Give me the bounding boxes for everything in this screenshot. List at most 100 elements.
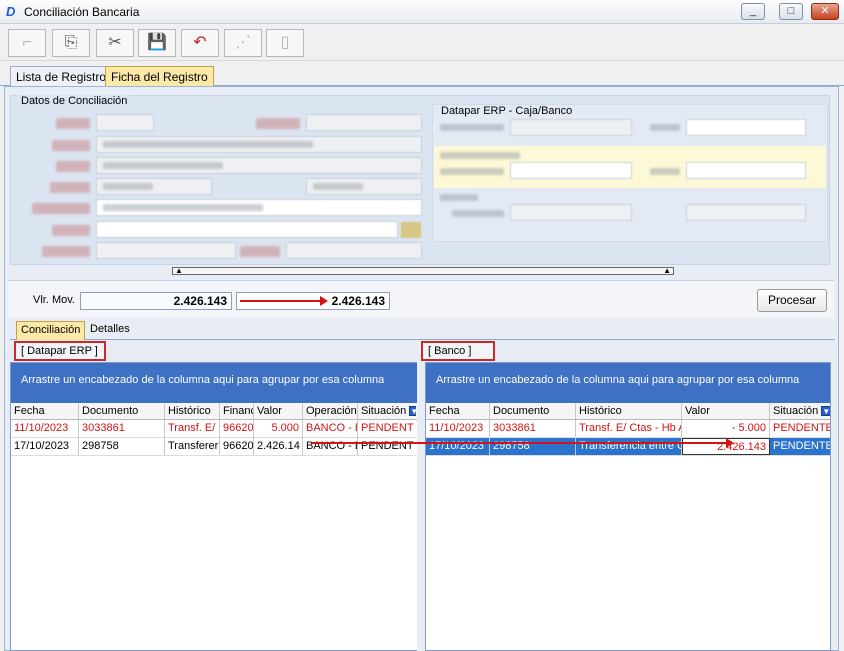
col-situacion[interactable]: Situación ▼ [358,403,416,419]
blurred-field[interactable] [510,119,632,136]
blurred-label [52,225,90,236]
cell-fecha: 11/10/2023 [426,420,490,437]
save-button[interactable]: 💾 [138,29,176,57]
banco-grid[interactable]: Arrastre un encabezado de la columna aqu… [425,362,831,651]
cell-valor: - 5.000 [682,420,770,437]
blurred-field[interactable] [96,136,422,153]
minimize-button[interactable]: _ [741,3,765,20]
group-by-area[interactable]: Arrastre un encabezado de la columna aqu… [426,363,830,403]
tab-detalles[interactable]: Detalles [86,321,134,340]
blurred-label [32,203,90,214]
cell-financ: 96620: [220,438,254,455]
col-valor[interactable]: Valor [682,403,770,419]
cell-operacion: BANCO - E [303,438,358,455]
col-operacion[interactable]: Operación [303,403,358,419]
datapar-erp-label: [ Datapar ERP ] [14,341,106,361]
save-icon: 💾 [147,34,167,51]
blurred-field[interactable] [686,204,806,221]
annotation-arrow [240,296,328,306]
blurred-select[interactable] [96,178,212,195]
wand-button[interactable]: ⋰ [224,29,262,57]
grid-header: Fecha Documento Histórico FinancValor Operac… [11,403,418,420]
group-by-area[interactable]: Arrastre un encabezado de la columna aqu… [11,363,418,403]
new-record-button[interactable]: ⌐ [8,29,46,57]
col-situacion[interactable]: Situación ▼ [770,403,830,419]
blurred-select[interactable] [96,242,236,259]
cell-fecha: 17/10/2023 [11,438,79,455]
grid-divider[interactable] [417,362,425,651]
vlr-mov-input[interactable]: 2.426.143 [80,292,232,310]
table-row[interactable]: 11/10/2023 3033861 Transf. E/96620 5.000 BAN… [11,420,418,438]
blurred-select[interactable] [286,242,422,259]
copy-button[interactable]: ⎘ [52,29,90,57]
blurred-field[interactable] [510,162,632,179]
cell-situacion: PENDENT [361,422,414,434]
datos-legend: Datos de Conciliación [18,95,131,107]
table-row[interactable]: 17/10/2023 298758 Transferer 96620:2.426.14… [11,438,418,456]
tab-ficha-registro[interactable]: Ficha del Registro [105,66,214,86]
grid-header: Fecha Documento Histórico Valor Situación ▼ [426,403,830,420]
panel-splitter[interactable]: ▲ ▲ [172,267,674,275]
col-documento[interactable]: Documento [490,403,576,419]
table-row-selected[interactable]: 17/10/2023 298758 Transferencia entre C 2.4… [426,438,830,456]
copy-icon: ⎘ [64,34,78,51]
blurred-text [440,152,520,159]
cell-historico: Transferencia entre C [576,438,682,455]
blurred-text [313,183,363,190]
delete-button[interactable]: ✂ [96,29,134,57]
cell-fecha: 11/10/2023 [11,420,79,437]
cell-operacion: BANCO - E [303,420,358,437]
blurred-field[interactable] [686,119,806,136]
lookup-icon[interactable] [401,222,421,238]
cell-documento: 298758 [79,438,165,455]
window-title: Conciliación Bancaria [24,5,140,19]
tab-lista-registros[interactable]: Lista de Registros [10,66,119,86]
blurred-label [240,246,280,257]
cell-documento: 3033861 [79,420,165,437]
collapse-up-icon: ▲ [175,266,183,275]
blurred-label [50,182,90,193]
document-button[interactable]: ▯ [266,29,304,57]
col-financ[interactable]: Financ [220,403,254,419]
tab-conciliacion[interactable]: Conciliación [16,321,86,340]
blurred-text [650,168,680,175]
col-historico[interactable]: Histórico [576,403,682,419]
erp-grid[interactable]: Arrastre un encabezado de la columna aqu… [10,362,419,651]
annotation-arrow [312,438,734,448]
column-chooser-icon[interactable]: ▼ [821,406,830,416]
cell-situacion: PENDENT [361,440,414,452]
cell-situacion: PENDENTE [770,438,830,455]
blurred-field[interactable] [96,157,422,174]
blurred-field[interactable] [96,199,422,216]
erp-legend: Datapar ERP - Caja/Banco [438,105,576,117]
blurred-text [440,194,478,201]
document-icon: ▯ [280,34,290,51]
col-documento[interactable]: Documento [79,403,165,419]
blurred-text [440,168,504,175]
col-valor[interactable]: Valor [254,403,303,419]
blurred-field[interactable] [96,114,154,131]
blurred-select[interactable] [306,178,422,195]
col-fecha[interactable]: Fecha [11,403,79,419]
blurred-text [650,124,680,131]
blurred-label [256,118,300,129]
blurred-text [440,124,504,131]
column-chooser-icon[interactable]: ▼ [409,406,416,416]
cell-historico: Transf. E/ Ctas - Hb A [576,420,682,437]
col-historico[interactable]: Histórico [165,403,220,419]
blurred-field[interactable] [686,162,806,179]
undo-button[interactable]: ↶ [181,29,219,57]
cell-historico: Transferer [165,438,220,455]
procesar-button[interactable]: Procesar [757,289,827,312]
table-row[interactable]: 11/10/2023 3033861 Transf. E/ Ctas - Hb A-… [426,420,830,438]
blurred-text [452,210,504,217]
col-fecha[interactable]: Fecha [426,403,490,419]
cell-documento: 3033861 [490,420,576,437]
blurred-field[interactable] [96,221,398,238]
maximize-button[interactable]: □ [779,3,803,20]
blurred-field[interactable] [510,204,632,221]
blurred-field[interactable] [306,114,422,131]
close-button[interactable]: ✕ [811,3,839,20]
blurred-label [56,118,90,129]
blurred-text [103,204,263,211]
